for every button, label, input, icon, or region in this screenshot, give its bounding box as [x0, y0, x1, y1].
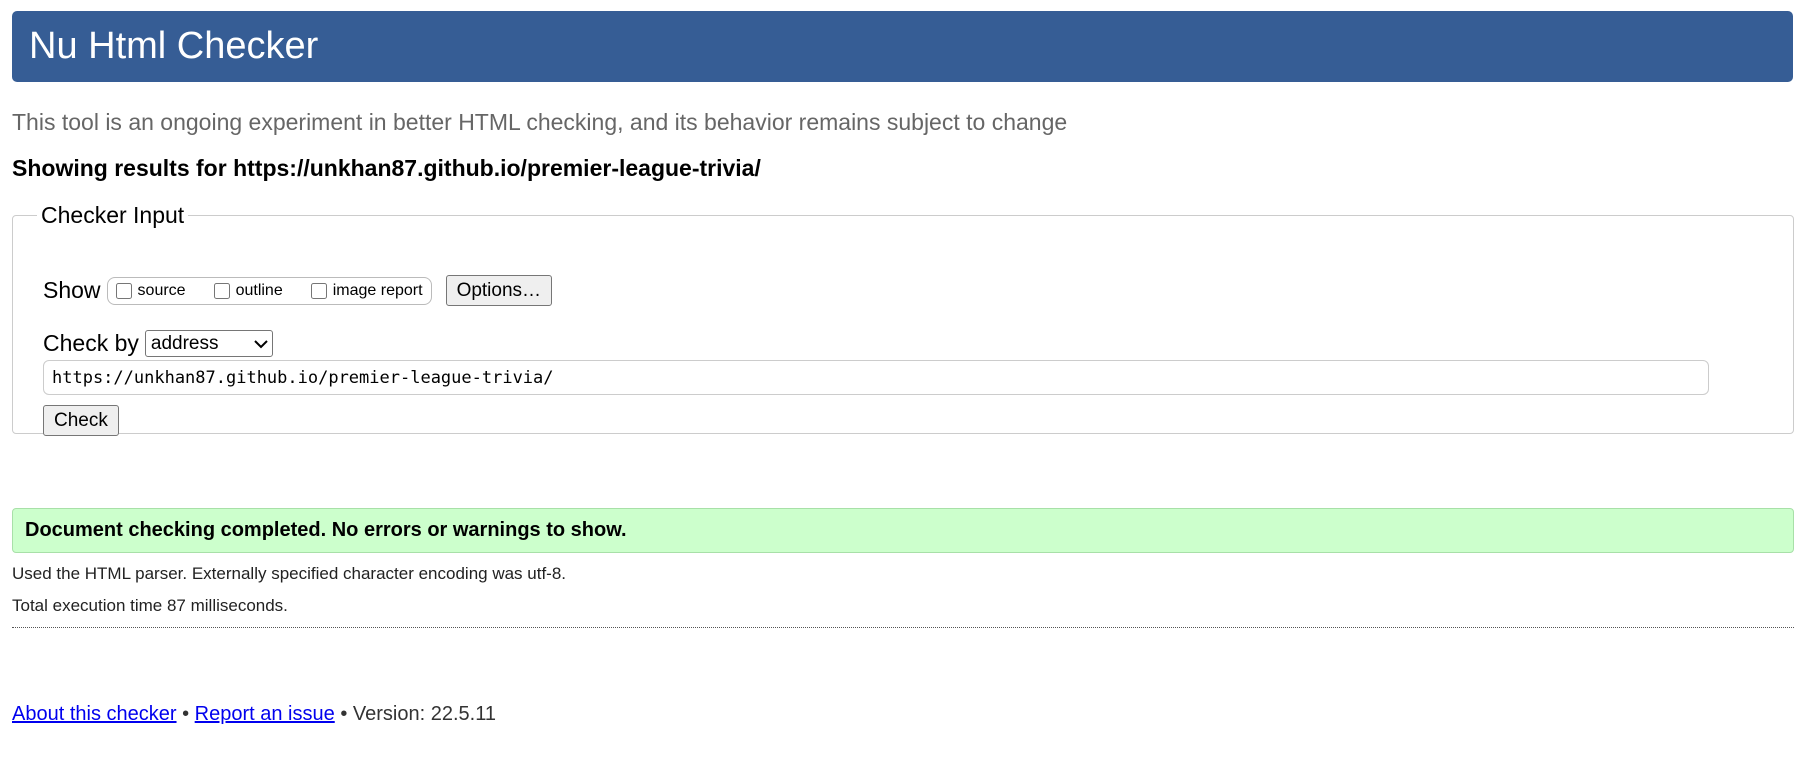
check-by-label: Check by [43, 330, 139, 356]
option-source[interactable]: source [115, 281, 186, 300]
page-title: Nu Html Checker [12, 11, 1793, 82]
check-by-select[interactable]: address [144, 330, 273, 357]
parser-info: Used the HTML parser. Externally specifi… [12, 564, 567, 583]
source-checkbox[interactable] [115, 282, 132, 299]
url-input-value: https://unkhan87.github.io/premier-leagu… [52, 367, 554, 388]
chevron-down-icon [254, 333, 268, 355]
check-by-selected-value: address [150, 332, 219, 354]
checker-input-legend: Checker Input [41, 202, 185, 228]
option-image-report[interactable]: image report [310, 281, 423, 300]
option-outline[interactable]: outline [213, 281, 283, 300]
option-image-report-label: image report [332, 281, 423, 299]
showing-results-heading: Showing results for https://unkhan87.git… [12, 155, 761, 181]
footer-separator-2: • [340, 703, 348, 725]
checker-input-fieldset: Checker Input Show source outline image … [12, 202, 1794, 436]
footer-separator-1: • [182, 703, 190, 725]
options-button[interactable]: Options… [445, 275, 553, 306]
image-report-checkbox[interactable] [310, 282, 327, 299]
version-text: Version: 22.5.11 [352, 703, 496, 725]
option-source-label: source [137, 281, 186, 299]
outline-checkbox[interactable] [213, 282, 230, 299]
show-options-row: Show source outline image report Options… [43, 275, 553, 306]
check-by-row: Check by address [43, 330, 273, 357]
execution-time-info: Total execution time 87 milliseconds. [12, 596, 288, 615]
show-label: Show [43, 277, 101, 303]
about-checker-link[interactable]: About this checker [12, 703, 177, 725]
url-input[interactable]: https://unkhan87.github.io/premier-leagu… [43, 360, 1709, 395]
divider [12, 627, 1794, 628]
success-message: Document checking completed. No errors o… [12, 508, 1794, 553]
show-options-group: source outline image report [106, 276, 432, 305]
subtitle: This tool is an ongoing experiment in be… [12, 109, 1068, 135]
footer: About this checker • Report an issue • V… [12, 703, 496, 726]
option-outline-label: outline [235, 281, 283, 299]
report-issue-link[interactable]: Report an issue [195, 703, 335, 725]
check-button[interactable]: Check [43, 405, 119, 436]
